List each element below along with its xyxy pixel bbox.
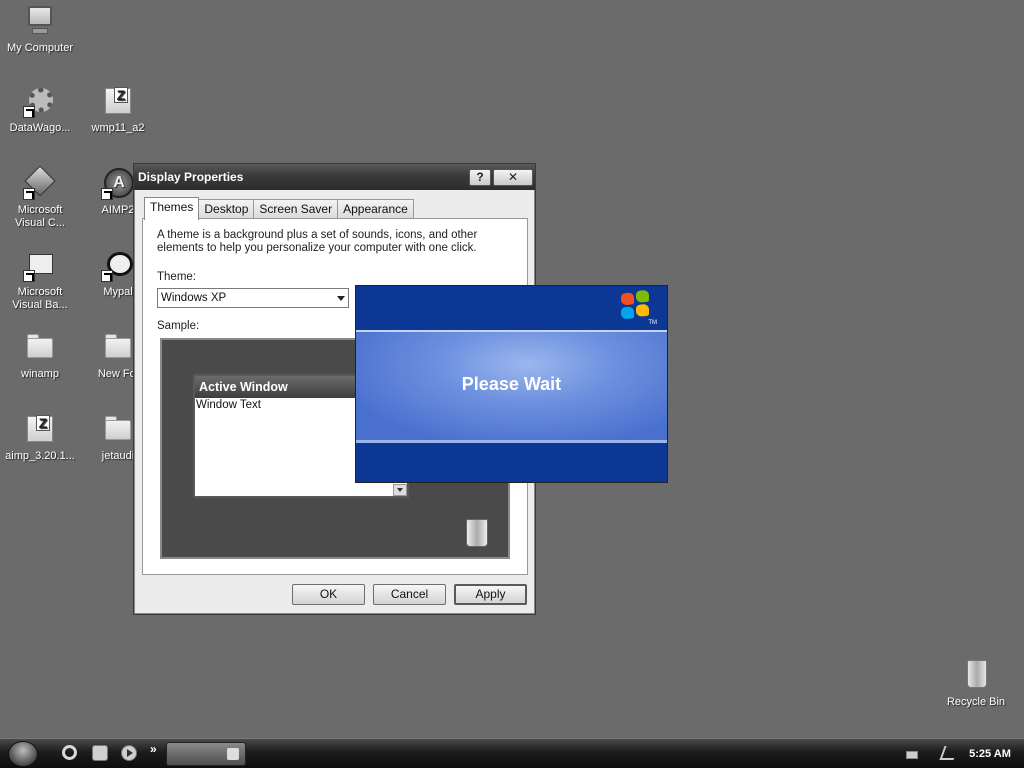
- zip-archive-icon: Z: [101, 84, 135, 118]
- desktop-icon-label: Microsoft Visual C...: [15, 204, 65, 229]
- logo-trademark: TM: [648, 320, 657, 326]
- theme-select[interactable]: Windows XP: [157, 288, 349, 308]
- shortcut-arrow-icon: [23, 188, 35, 200]
- desktop-icon-wmp11[interactable]: Z wmp11_a2: [78, 84, 158, 135]
- taskbar-clock[interactable]: 5:25 AM: [962, 739, 1018, 768]
- shortcut-arrow-icon: [101, 188, 113, 200]
- shortcut-arrow-icon: [101, 270, 113, 282]
- desktop-icon-label: AIMP2: [101, 204, 135, 216]
- aimp-icon: A: [101, 166, 135, 200]
- please-wait-message: Please Wait: [461, 374, 562, 394]
- start-orb-icon[interactable]: [8, 741, 38, 767]
- desktop-icon-visual-basic[interactable]: Microsoft Visual Ba...: [0, 248, 80, 312]
- desktop-icon-aimp3[interactable]: Z aimp_3.20.1...: [0, 412, 80, 463]
- tab-appearance[interactable]: Appearance: [337, 199, 414, 219]
- tab-strip: Themes Desktop Screen Saver Appearance: [144, 197, 414, 220]
- mypal-icon: [101, 248, 135, 282]
- show-desktop-icon[interactable]: [92, 745, 108, 761]
- windows-logo-icon: [621, 289, 651, 321]
- apply-button[interactable]: Apply: [454, 584, 527, 605]
- theme-label: Theme:: [157, 271, 196, 283]
- tab-desktop[interactable]: Desktop: [198, 199, 255, 219]
- zip-archive-icon: Z: [23, 412, 57, 446]
- computer-icon: [23, 4, 57, 38]
- desktop-icon-recycle-bin[interactable]: Recycle Bin: [936, 658, 1016, 709]
- themes-description: A theme is a background plus a set of so…: [157, 229, 478, 254]
- folder-icon: [23, 330, 57, 364]
- ok-button[interactable]: OK: [292, 584, 365, 605]
- tab-themes[interactable]: Themes: [144, 197, 200, 220]
- network-icon[interactable]: [939, 746, 959, 760]
- desktop-icon-datawagon[interactable]: DataWago...: [0, 84, 80, 135]
- window-icon: [227, 748, 239, 760]
- theme-select-value: Windows XP: [161, 292, 227, 304]
- desktop-icon-winamp[interactable]: winamp: [0, 330, 80, 381]
- gear-icon: [23, 84, 57, 118]
- taskbar: » 5:25 AM: [0, 738, 1024, 768]
- desktop-icon-label: My Computer: [6, 42, 74, 54]
- taskbar-window-button[interactable]: [166, 742, 246, 766]
- media-player-icon[interactable]: [121, 745, 137, 761]
- desktop-icon-my-computer[interactable]: My Computer: [0, 4, 80, 55]
- desktop-icon-label: jetaudi: [101, 450, 135, 462]
- logo-quadrant: [636, 303, 649, 317]
- logo-quadrant: [621, 306, 634, 320]
- tab-screen-saver[interactable]: Screen Saver: [253, 199, 339, 219]
- chevron-down-icon: [337, 296, 345, 301]
- internet-explorer-icon[interactable]: [62, 745, 77, 760]
- folder-icon: [101, 330, 135, 364]
- keyboard-icon[interactable]: [906, 751, 918, 759]
- desktop-icon-label: Recycle Bin: [946, 696, 1006, 708]
- quick-launch-more-button[interactable]: »: [150, 742, 157, 756]
- desktop-icon-label: wmp11_a2: [91, 122, 145, 134]
- folder-icon: [101, 412, 135, 446]
- desktop-icon-label: aimp_3.20.1...: [5, 450, 75, 462]
- window-title: Display Properties: [138, 170, 244, 184]
- scroll-down-icon: [393, 484, 407, 496]
- logo-quadrant: [636, 289, 649, 303]
- desktop-icon-label: winamp: [21, 368, 59, 380]
- visual-studio-icon: [23, 165, 57, 200]
- desktop-icon-label: Microsoft Visual Ba...: [12, 286, 68, 311]
- shortcut-arrow-icon: [23, 106, 35, 118]
- window-titlebar[interactable]: Display Properties ? ✕: [134, 164, 535, 190]
- recycle-bin-icon: [959, 658, 993, 692]
- logo-quadrant: [621, 292, 634, 306]
- recycle-bin-icon: [466, 519, 488, 547]
- cancel-button[interactable]: Cancel: [373, 584, 446, 605]
- help-button[interactable]: ?: [469, 168, 491, 186]
- sample-label: Sample:: [157, 320, 200, 332]
- desktop-icon-visual-c[interactable]: Microsoft Visual C...: [0, 165, 80, 230]
- please-wait-dialog: TM Please Wait: [355, 285, 668, 483]
- visual-basic-icon: [23, 248, 57, 282]
- shortcut-arrow-icon: [23, 270, 35, 282]
- close-button[interactable]: ✕: [493, 168, 533, 186]
- desktop-icon-label: DataWago...: [9, 122, 71, 134]
- desktop-icon-label: Mypal: [103, 286, 133, 298]
